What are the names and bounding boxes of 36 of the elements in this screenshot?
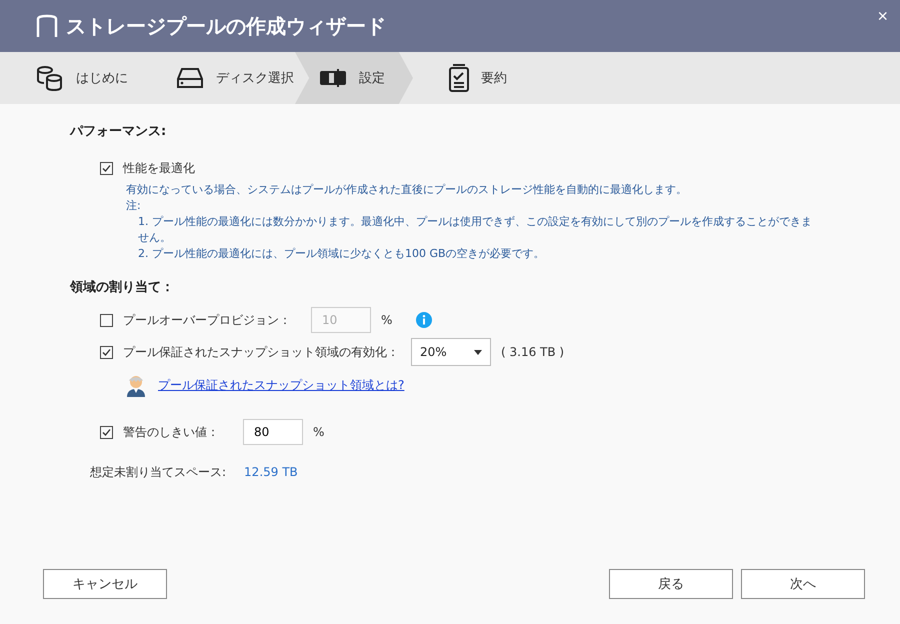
checkbox[interactable]	[100, 346, 113, 358]
window-title: ストレージプールの作成ウィザード	[66, 12, 386, 40]
description-text: 有効になっている場合、システムはプールが作成された直後にプールのストレージ性能を自動的に最適化します。	[126, 182, 688, 198]
back-button[interactable]: 戻る	[609, 569, 733, 599]
caret-icon	[474, 350, 482, 354]
note-label: 注:	[126, 198, 142, 214]
wizard-step[interactable]: はじめに	[0, 52, 140, 104]
checkbox-label: 警告のしきい値：	[123, 424, 220, 440]
section-heading: 領域の割り当て：	[70, 278, 175, 296]
wizard-step[interactable]: 要約	[413, 52, 533, 104]
unit-label: %	[381, 313, 392, 327]
next-button[interactable]: 次へ	[741, 569, 865, 599]
checkbox-label: プール保証されたスナップショット領域の有効化：	[123, 344, 400, 360]
unallocated-label: 想定未割り当てスペース:	[90, 464, 226, 480]
checklist-icon	[449, 64, 469, 92]
wizard-step[interactable]: 設定	[295, 52, 413, 104]
note-text: 1. プール性能の最適化には数分かかります。最適化中、プールは使用できず、この設定を有効にして別のプールを作成することができません。	[137, 214, 813, 246]
checkbox[interactable]	[100, 162, 113, 174]
checkbox-label: 性能を最適化	[123, 160, 195, 176]
close-button[interactable]: ×	[873, 4, 892, 29]
snapshot-size: ( 3.16 TB )	[501, 345, 564, 359]
unallocated-value: 12.59 TB	[244, 465, 298, 479]
snapshot-dropdown[interactable]: 20%	[411, 338, 491, 366]
person-icon	[124, 373, 148, 397]
wizard-step[interactable]: ディスク選択	[140, 52, 295, 104]
drive-icon	[176, 67, 204, 89]
help-link[interactable]: プール保証されたスナップショット領域とは?	[158, 376, 404, 394]
cancel-button[interactable]: キャンセル	[43, 569, 167, 599]
info-icon[interactable]	[416, 312, 432, 328]
slider-icon	[319, 69, 347, 87]
checkbox-label: プールオーバープロビジョン：	[123, 312, 292, 328]
checkbox[interactable]	[100, 426, 113, 438]
note-text: 2. プール性能の最適化には、プール領域に少なくとも100 GBの空きが必要です。	[137, 246, 546, 262]
section-heading: パフォーマンス:	[70, 123, 168, 140]
threshold-field[interactable]: 80	[243, 419, 303, 445]
unit-label: %	[313, 425, 324, 439]
